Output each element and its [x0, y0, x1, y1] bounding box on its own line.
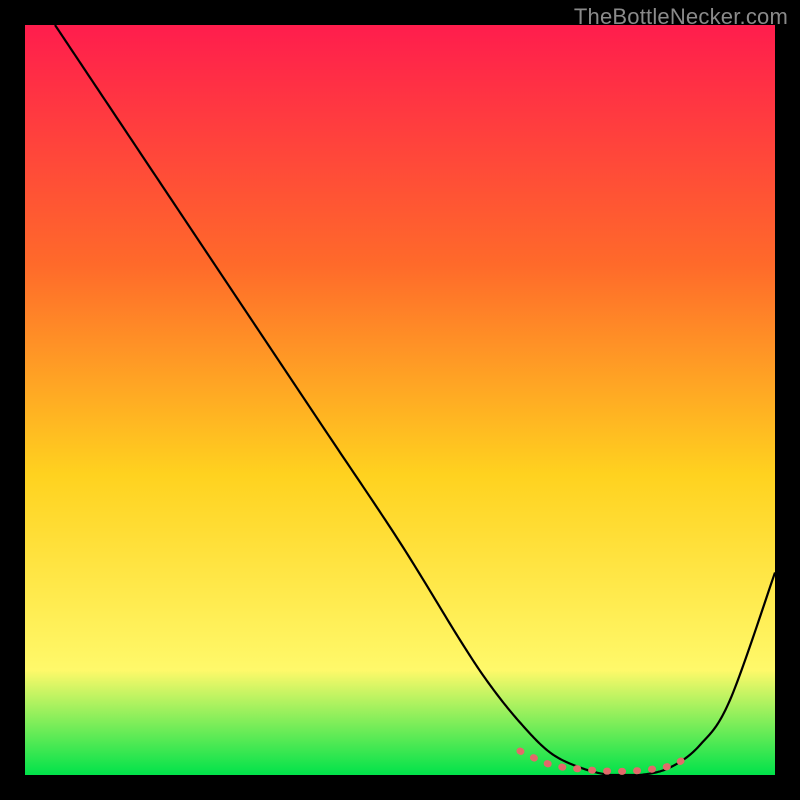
- chart-svg: [25, 25, 775, 775]
- plot-area: [25, 25, 775, 775]
- watermark-text: TheBottleNecker.com: [574, 4, 788, 30]
- gradient-background: [25, 25, 775, 775]
- chart-frame: TheBottleNecker.com: [0, 0, 800, 800]
